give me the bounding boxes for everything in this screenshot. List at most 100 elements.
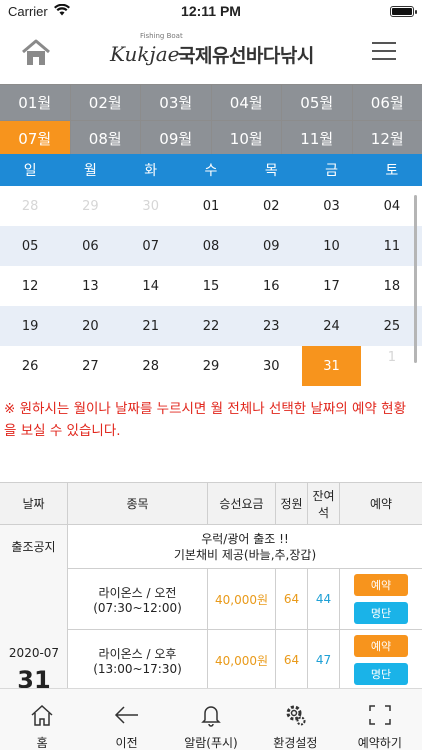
month-tab[interactable]: 10월: [211, 121, 281, 156]
calendar-day[interactable]: 06: [60, 226, 120, 266]
calendar-day[interactable]: 24: [301, 306, 361, 346]
calendar-day[interactable]: 02: [241, 186, 301, 226]
gear-icon: [282, 703, 308, 731]
action-cell: 예약명단: [340, 630, 422, 690]
calendar-day[interactable]: 22: [181, 306, 241, 346]
nav-back-arrow[interactable]: 이전: [84, 689, 168, 750]
column-header: 날짜: [0, 483, 68, 524]
calendar-day[interactable]: 19: [0, 306, 60, 346]
battery-icon: [390, 6, 417, 17]
passenger-list-button[interactable]: 명단: [354, 602, 408, 624]
calendar-day[interactable]: 07: [121, 226, 181, 266]
calendar-day[interactable]: 15: [181, 266, 241, 306]
column-header: 예약: [369, 497, 393, 511]
status-bar: Carrier 12:11 PM: [0, 0, 422, 24]
calendar-day[interactable]: 01: [181, 186, 241, 226]
nav-bell[interactable]: 알람(푸시): [169, 689, 253, 750]
weekday-header: 일월화수목금토: [0, 154, 422, 186]
notice-line-2: 기본채비 제공(바늘,추,장갑): [173, 547, 317, 562]
calendar-day[interactable]: 25: [362, 306, 422, 346]
weekday-label: 토: [385, 163, 399, 179]
hamburger-menu-icon[interactable]: [372, 42, 396, 62]
calendar-day[interactable]: 23: [241, 306, 301, 346]
month-tab[interactable]: 04월: [211, 85, 281, 120]
month-tab[interactable]: 07월: [0, 121, 70, 156]
calendar-day[interactable]: 27: [60, 346, 120, 386]
bottom-navigation: 홈 이전 알람(푸시) 환경설정 예약하기: [0, 688, 422, 750]
calendar-day[interactable]: 04: [362, 186, 422, 226]
home-button[interactable]: [20, 38, 52, 68]
reserve-button[interactable]: 예약: [354, 574, 408, 596]
calendar-day[interactable]: 26: [0, 346, 60, 386]
back-arrow-icon: [114, 703, 140, 731]
calendar-day[interactable]: 16: [241, 266, 301, 306]
calendar-day[interactable]: 28: [121, 346, 181, 386]
calendar-notice: ※ 원하시는 월이나 날짜를 누르시면 월 전체나 선택한 날짜의 예약 현황을…: [4, 401, 406, 439]
calendar-day[interactable]: 05: [0, 226, 60, 266]
nav-home[interactable]: 홈: [0, 689, 84, 750]
month-tab[interactable]: 08월: [70, 121, 140, 156]
nav-label: 환경설정: [273, 736, 318, 750]
month-tab[interactable]: 05월: [282, 85, 352, 120]
month-tab[interactable]: 09월: [141, 121, 211, 156]
nav-fullscreen[interactable]: 예약하기: [338, 689, 422, 750]
calendar-day[interactable]: 31: [302, 346, 361, 386]
month-tab[interactable]: 11월: [282, 121, 352, 156]
column-header: 정원: [276, 483, 308, 524]
fare-cell: 40,000원: [208, 569, 276, 629]
month-tab[interactable]: 06월: [352, 85, 422, 120]
calendar-day[interactable]: 12: [0, 266, 60, 306]
notice-row: 출조공지 우럭/광어 출조 !! 기본채비 제공(바늘,추,장갑): [0, 525, 422, 569]
weekday-label: 금: [325, 163, 338, 179]
weekday-label: 화: [144, 163, 158, 179]
logo-subtitle: Fishing Boat: [140, 32, 183, 40]
column-header: 잔여석: [308, 483, 340, 524]
month-tab[interactable]: 03월: [141, 85, 211, 120]
calendar-day: 29: [82, 198, 99, 214]
scrollbar[interactable]: [414, 195, 417, 363]
calendar-day[interactable]: 08: [181, 226, 241, 266]
calendar-day[interactable]: 30: [241, 346, 301, 386]
trip-date-month: 2020-07: [8, 646, 60, 660]
calendar-week-row: 26 27 28 29 30 31 1: [0, 346, 422, 386]
month-tab[interactable]: 01월: [0, 85, 70, 120]
home-icon: [29, 703, 55, 731]
trip-name: 라이온스 / 오후: [98, 646, 177, 661]
calendar-day[interactable]: 09: [241, 226, 301, 266]
calendar-day[interactable]: 29: [181, 346, 241, 386]
calendar-day[interactable]: 21: [121, 306, 181, 346]
trip-name: 라이온스 / 오전: [98, 585, 177, 600]
calendar-day: 30: [142, 198, 159, 214]
trip-time: (13:00~17:30): [93, 661, 182, 676]
bell-icon: [198, 703, 224, 731]
calendar-day[interactable]: 18: [362, 266, 422, 306]
remaining-seats-cell: 47: [308, 630, 340, 690]
weekday-label: 월: [83, 163, 97, 179]
trip-cell: 라이온스 / 오후 (13:00~17:30): [68, 630, 208, 690]
month-tab[interactable]: 02월: [70, 85, 140, 120]
notice-line-1: 우럭/광어 출조 !!: [201, 531, 289, 546]
logo-name: 국제유선바다낚시: [178, 44, 314, 67]
fare-cell: 40,000원: [208, 630, 276, 690]
calendar-day[interactable]: 20: [60, 306, 120, 346]
app-logo: Kukjae Fishing Boat 국제유선바다낚시: [110, 32, 314, 70]
passenger-list-button[interactable]: 명단: [354, 663, 408, 685]
calendar-day[interactable]: 03: [301, 186, 361, 226]
calendar-day[interactable]: 13: [60, 266, 120, 306]
calendar-day[interactable]: 17: [301, 266, 361, 306]
trip-time: (07:30~12:00): [93, 600, 182, 615]
calendar-week-row: 28 29 30 01 02 03 04: [0, 186, 422, 226]
reserve-button[interactable]: 예약: [354, 635, 408, 657]
calendar-day[interactable]: 14: [121, 266, 181, 306]
fullscreen-icon: [367, 703, 393, 731]
calendar-day[interactable]: 10: [301, 226, 361, 266]
weekday-label: 수: [204, 163, 218, 179]
remaining-seats-cell: 44: [308, 569, 340, 629]
nav-gear[interactable]: 환경설정: [253, 689, 337, 750]
clock: 12:11 PM: [181, 3, 241, 19]
nav-label: 홈: [36, 736, 48, 750]
calendar-day[interactable]: 11: [362, 226, 422, 266]
month-tab[interactable]: 12월: [352, 121, 422, 156]
capacity-cell: 64: [276, 569, 308, 629]
notice-label: 출조공지: [0, 525, 68, 568]
